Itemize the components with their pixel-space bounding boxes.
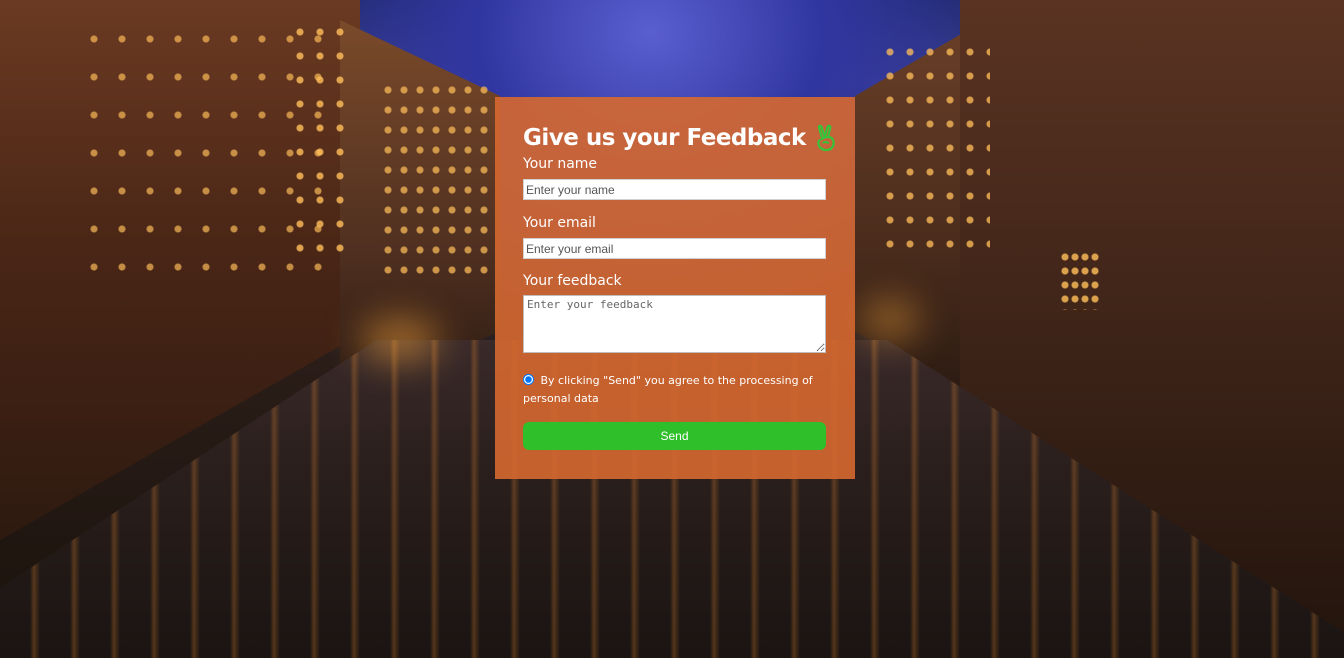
consent-radio[interactable]: [523, 374, 534, 385]
name-label: Your name: [523, 156, 598, 172]
lit-windows: [880, 40, 990, 260]
send-button[interactable]: Send: [523, 422, 826, 450]
feedback-textarea[interactable]: [523, 295, 826, 353]
form-header: Give us your Feedback: [523, 124, 838, 152]
lit-windows: [1060, 250, 1100, 310]
consent-row: By clicking "Send" you agree to the proc…: [523, 372, 823, 408]
email-input[interactable]: [523, 238, 826, 259]
email-label: Your email: [523, 215, 596, 231]
lit-windows: [290, 20, 350, 260]
consent-text: By clicking "Send" you agree to the proc…: [523, 374, 813, 405]
victory-hand-icon: [814, 124, 838, 152]
lit-windows: [380, 80, 490, 280]
light-glow: [360, 320, 440, 360]
form-title: Give us your Feedback: [523, 125, 806, 151]
feedback-label: Your feedback: [523, 273, 622, 289]
name-input[interactable]: [523, 179, 826, 200]
light-glow: [860, 300, 920, 340]
